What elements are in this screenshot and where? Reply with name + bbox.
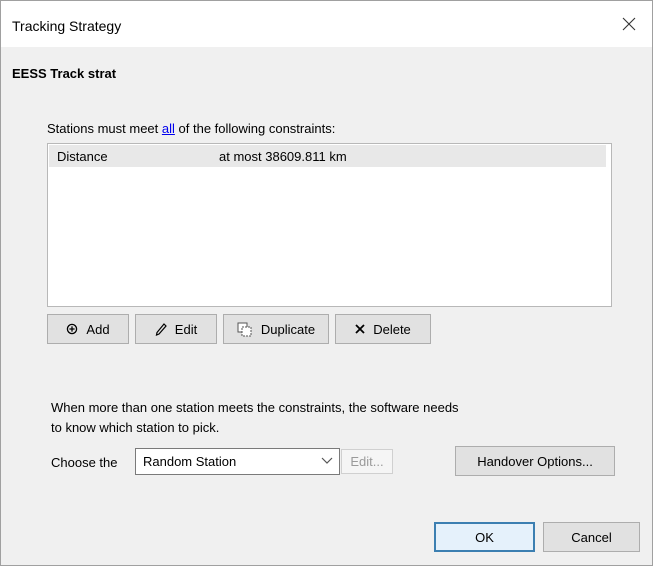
ok-button[interactable]: OK xyxy=(434,522,535,552)
chevron-down-icon xyxy=(321,457,333,464)
duplicate-button[interactable]: Duplicate xyxy=(223,314,329,344)
pencil-icon xyxy=(155,322,167,336)
all-link[interactable]: all xyxy=(162,121,175,136)
constraints-label: Stations must meet all of the following … xyxy=(47,121,336,136)
close-button[interactable] xyxy=(606,1,652,47)
window-title: Tracking Strategy xyxy=(12,18,122,34)
station-selection-help: When more than one station meets the con… xyxy=(51,400,459,435)
choice-edit-button[interactable]: Edit... xyxy=(341,449,393,474)
title-bar: Tracking Strategy xyxy=(1,1,652,47)
cancel-button[interactable]: Cancel xyxy=(543,522,640,552)
x-icon xyxy=(355,324,365,334)
strategy-name: EESS Track strat xyxy=(12,66,117,81)
station-choice-select[interactable]: Random Station xyxy=(135,448,340,475)
edit-button[interactable]: Edit xyxy=(135,314,217,344)
plus-icon xyxy=(67,323,78,335)
duplicate-icon xyxy=(237,322,252,336)
constraints-list[interactable]: Distance at most 38609.811 km xyxy=(47,143,612,307)
add-button[interactable]: Add xyxy=(47,314,129,344)
choose-label: Choose the xyxy=(51,455,118,470)
list-item[interactable]: Distance at most 38609.811 km xyxy=(49,145,606,167)
selected-value: Random Station xyxy=(143,454,237,469)
tracking-strategy-dialog: Tracking Strategy EESS Track strat Stati… xyxy=(0,0,653,566)
close-icon xyxy=(622,17,636,31)
constraint-name: Distance xyxy=(57,149,108,164)
constraint-condition: at most 38609.811 km xyxy=(219,149,347,164)
delete-button[interactable]: Delete xyxy=(335,314,431,344)
handover-options-button[interactable]: Handover Options... xyxy=(455,446,615,476)
